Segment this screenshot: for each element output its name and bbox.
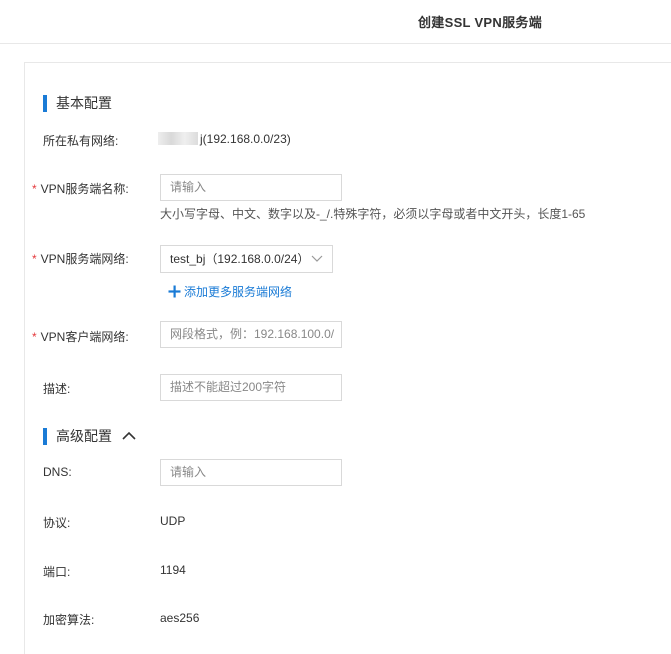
server-name-label: * VPN服务端名称: xyxy=(32,180,129,197)
top-bar: 创建SSL VPN服务端 xyxy=(0,0,671,44)
section-basic-config: 基本配置 xyxy=(43,94,112,112)
page-title: 创建SSL VPN服务端 xyxy=(418,15,542,30)
section-advanced-config[interactable]: 高级配置 xyxy=(43,427,137,445)
plus-icon xyxy=(168,285,181,298)
server-name-input[interactable]: 请输入 xyxy=(160,174,342,201)
server-network-label: * VPN服务端网络: xyxy=(32,250,129,267)
client-network-input[interactable]: 网段格式，例：192.168.100.0/ xyxy=(160,321,342,348)
required-mark: * xyxy=(32,252,37,266)
server-network-select[interactable]: test_bj（192.168.0.0/24） xyxy=(160,245,333,273)
section-title: 高级配置 xyxy=(56,428,112,444)
client-network-label-text: VPN客户端网络: xyxy=(40,330,129,344)
server-name-hint: 大小写字母、中文、数字以及-_/.特殊字符，必须以字母或者中文开头，长度1-65 xyxy=(160,207,586,221)
section-accent-bar xyxy=(43,427,47,445)
dns-input[interactable]: 请输入 xyxy=(160,459,342,486)
client-network-label: * VPN客户端网络: xyxy=(32,328,129,345)
server-name-label-text: VPN服务端名称: xyxy=(40,182,129,196)
server-network-selected-value: test_bj（192.168.0.0/24） xyxy=(170,252,310,266)
redacted-text xyxy=(158,132,198,145)
form-panel xyxy=(24,62,671,654)
vpc-value: j(192.168.0.0/23) xyxy=(158,132,291,146)
protocol-value: UDP xyxy=(160,514,186,528)
cipher-value: aes256 xyxy=(160,611,200,625)
description-label: 描述: xyxy=(43,382,71,396)
chevron-up-icon[interactable] xyxy=(121,428,137,444)
vpc-value-text: j(192.168.0.0/23) xyxy=(200,132,291,146)
chevron-down-icon xyxy=(311,255,323,262)
port-label: 端口: xyxy=(43,565,71,579)
required-mark: * xyxy=(32,330,37,344)
cipher-label: 加密算法: xyxy=(43,613,95,627)
add-server-network-link[interactable]: 添加更多服务端网络 xyxy=(168,283,292,300)
section-accent-bar xyxy=(43,94,47,112)
port-value: 1194 xyxy=(160,563,186,577)
vpc-label: 所在私有网络: xyxy=(43,134,119,148)
section-title: 基本配置 xyxy=(56,95,112,111)
protocol-label: 协议: xyxy=(43,516,71,530)
add-server-network-label: 添加更多服务端网络 xyxy=(184,285,293,299)
required-mark: * xyxy=(32,182,37,196)
dns-label: DNS: xyxy=(43,465,72,479)
server-network-label-text: VPN服务端网络: xyxy=(40,252,129,266)
description-input[interactable]: 描述不能超过200字符 xyxy=(160,374,342,401)
